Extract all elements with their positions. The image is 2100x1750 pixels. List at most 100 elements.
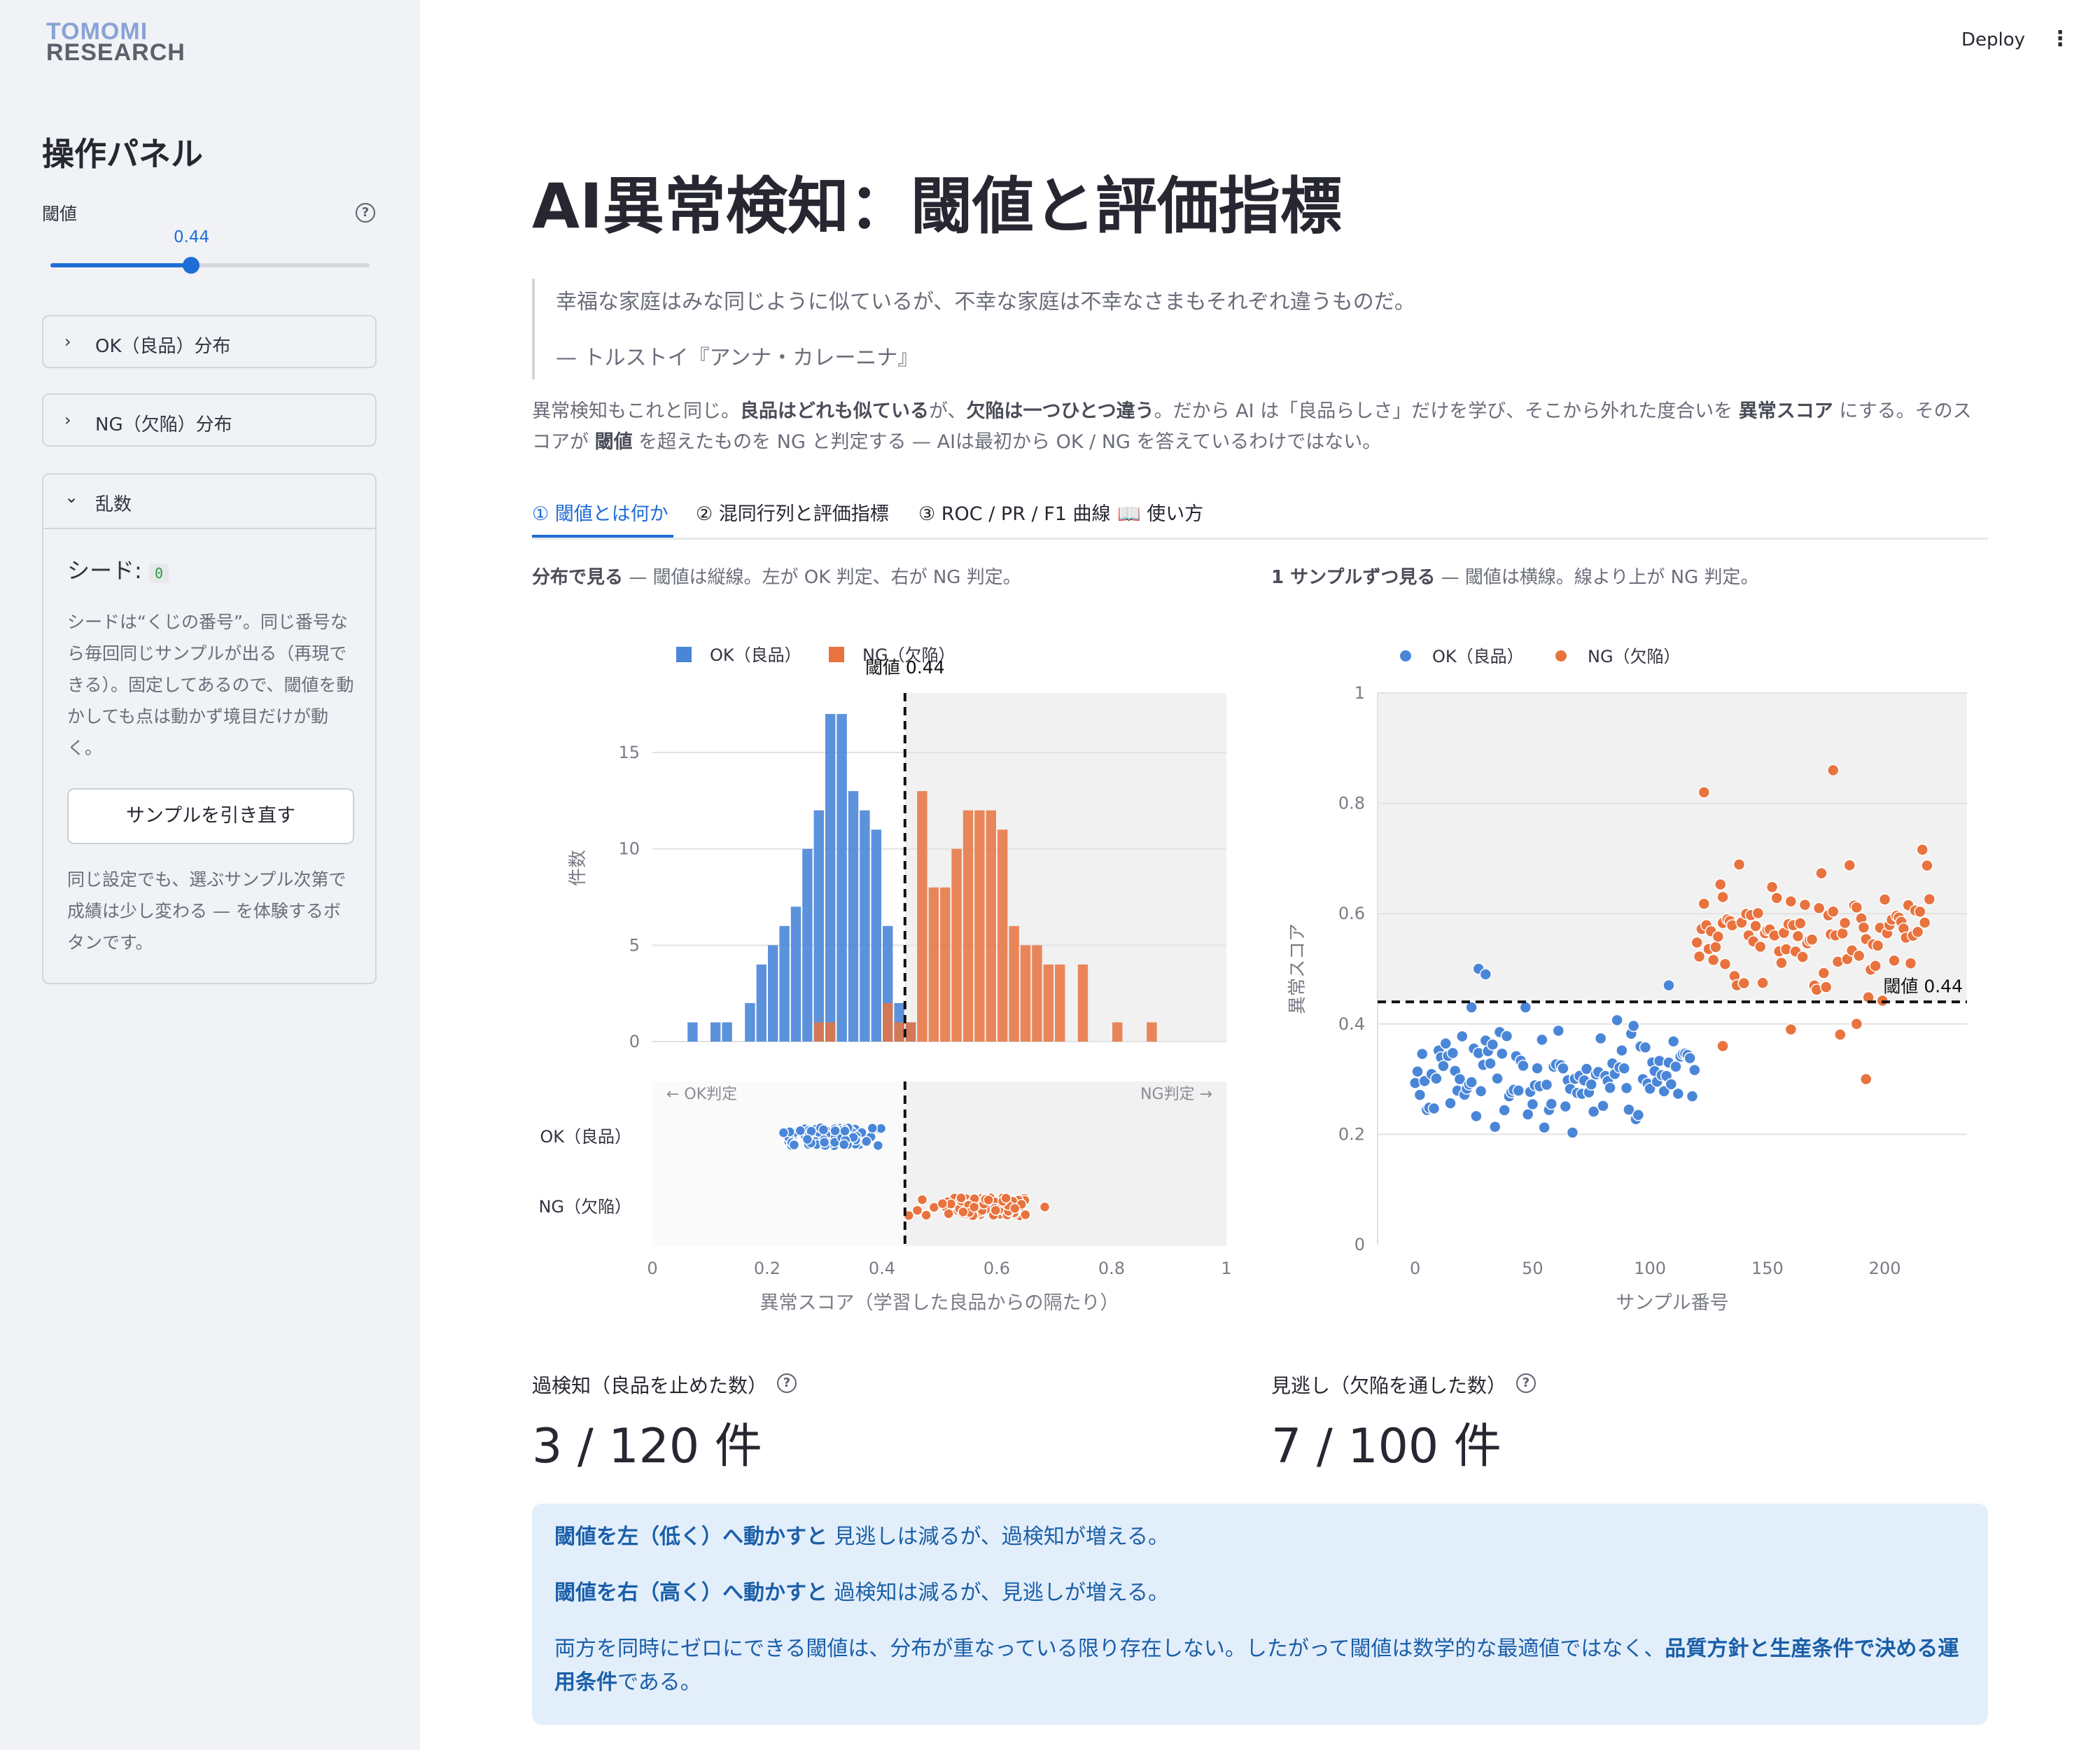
scatter-point-ng — [1796, 951, 1809, 963]
caption-text: — 閾値は縦線。左が OK 判定、右が NG 判定。 — [623, 567, 1021, 588]
deploy-button[interactable]: Deploy — [1961, 29, 2025, 50]
redraw-samples-button[interactable]: サンプルを引き直す — [67, 788, 354, 844]
strip-point — [968, 1201, 980, 1213]
expander-random: ⌄ 乱数 シード: 0 シードは“くじの番号”。同じ番号なら毎回同じサンプルが出… — [42, 473, 377, 984]
scatter-point-ok — [1526, 1098, 1539, 1111]
strip-point — [778, 1127, 790, 1138]
x-tick-label: 0.4 — [869, 1259, 895, 1278]
scatter-point-ng — [1732, 858, 1746, 871]
scatter-point-ok — [1538, 1121, 1550, 1134]
tab-curves[interactable]: ③ ROC / PR / F1 曲線 — [918, 498, 1111, 526]
help-icon[interactable]: ? — [777, 1373, 797, 1393]
scatter-point-ng — [1852, 949, 1865, 962]
scatter-point-ok — [1500, 1030, 1513, 1042]
main-menu-icon[interactable]: ⋮ — [2050, 27, 2071, 51]
scatter-point-ok — [1616, 1044, 1628, 1057]
scatter-point-ng — [1834, 1028, 1847, 1041]
expander-ng-distribution[interactable]: › NG（欠陥）分布 — [42, 393, 377, 447]
x-tick-label: 1 — [1221, 1259, 1231, 1278]
y-tick-label: 10 — [618, 839, 640, 859]
scatter-point-ng — [1916, 844, 1929, 856]
scatter-point-ok — [1479, 968, 1492, 981]
scatter-point-ng — [1817, 967, 1830, 979]
intro-bold: 良品はどれも似ている — [740, 400, 929, 422]
strip-point — [1039, 1201, 1051, 1212]
strip-point — [1009, 1203, 1021, 1214]
scatter-point-ng — [1827, 764, 1840, 777]
scatter-point-ng — [1709, 941, 1722, 953]
histogram-bar — [951, 848, 962, 1042]
scatter-point-ng — [1812, 902, 1826, 915]
scatter-point-ng — [1857, 921, 1870, 934]
help-icon[interactable]: ? — [1516, 1373, 1536, 1393]
intro-bold: 欠陥は一つひとつ違う — [966, 400, 1154, 422]
threshold-slider[interactable] — [50, 257, 370, 274]
scatter-point-ok — [1639, 1041, 1652, 1054]
histogram-chart[interactable]: 051015OK（良品） NG（欠陥）閾値 0.44件数← OK判定 NG判定 →O… — [532, 623, 1246, 1330]
info-line-2: 閾値を右（高く）へ動かすと 過検知は減るが、見逃しが増える。 — [554, 1576, 1975, 1610]
histogram-bar — [997, 830, 1008, 1042]
scatter-chart[interactable]: 0 0.2 0.4 0.6 0.8 1 0 50 100 150 200 サンプル番号 異常スコア OK（… — [1267, 623, 1988, 1330]
scatter-point-ok — [1430, 1072, 1443, 1085]
scatter-point-ng — [1698, 897, 1711, 910]
scatter-point-ok — [1618, 1062, 1630, 1074]
scatter-point-ng — [1836, 927, 1849, 940]
histogram-bar — [1009, 925, 1019, 1042]
seed-value: 0 — [148, 564, 169, 583]
scatter-point-ok — [1552, 1024, 1565, 1037]
scatter-point-ng — [1911, 925, 1924, 939]
threshold-value: 0.44 — [174, 228, 210, 246]
y-tick-label: 0 — [629, 1032, 640, 1051]
tab-threshold[interactable]: ① 閾値とは何か — [532, 498, 668, 526]
help-icon[interactable]: ? — [356, 203, 375, 223]
tab-confusion-matrix[interactable]: ② 混同行列と評価指標 — [696, 498, 889, 526]
strip-point — [802, 1133, 813, 1145]
strip-point — [916, 1194, 928, 1205]
strip-point — [861, 1135, 872, 1147]
histogram-bar — [790, 906, 802, 1042]
x-tick-label: 0.8 — [1098, 1259, 1125, 1278]
x-axis-label: サンプル番号 — [1616, 1292, 1728, 1314]
scatter-point-ok — [1456, 1030, 1469, 1043]
scatter-point-ng — [1838, 916, 1851, 930]
scatter-point-ok — [1545, 1098, 1558, 1110]
histogram-bar — [825, 1022, 836, 1042]
y-axis-label: 異常スコア — [1287, 923, 1308, 1014]
info-text: 過検知は減るが、見逃しが増える。 — [827, 1581, 1170, 1605]
scatter-point-ok — [1627, 1019, 1640, 1032]
histogram-bar — [1043, 964, 1054, 1042]
scatter-point-ok — [1557, 1062, 1569, 1074]
scatter-point-ok — [1415, 1047, 1429, 1060]
scatter-point-ok — [1531, 1062, 1544, 1074]
tab-bar: ① 閾値とは何か ② 混同行列と評価指標 ③ ROC / PR / F1 曲線 … — [532, 496, 1988, 540]
tab-usage[interactable]: 📖 使い方 — [1117, 498, 1203, 526]
histogram-bar — [871, 830, 881, 1042]
strip-point — [983, 1194, 994, 1205]
scatter-point-ng — [1784, 1023, 1798, 1036]
scatter-point-ok — [1662, 979, 1675, 992]
slider-handle[interactable] — [182, 257, 200, 274]
scatter-point-ok — [1486, 1038, 1499, 1051]
scatter-point-ok — [1688, 1063, 1701, 1077]
y-tick-label: 0.6 — [1338, 904, 1365, 923]
sidebar: TOMOMI RESEARCH 操作パネル 閾値 ? 0.44 › OK（良品）… — [0, 0, 420, 1750]
expander-label: OK（良品）分布 — [95, 336, 231, 357]
strip-point — [838, 1139, 850, 1150]
scatter-point-ng — [1707, 953, 1720, 967]
info-bold: 閾値を左（低く）へ動かすと — [554, 1525, 827, 1549]
y-tick-label: 0.8 — [1338, 794, 1365, 813]
strip-point — [830, 1125, 841, 1137]
scatter-point-ng — [1923, 892, 1936, 906]
strip-point — [839, 1126, 850, 1137]
expander-ok-distribution[interactable]: › OK（良品）分布 — [42, 315, 377, 368]
page-title: AI異常検知：閾値と評価指標 — [532, 170, 1342, 242]
scatter-point-ok — [1439, 1037, 1452, 1050]
false-negative-value: 7 / 100 件 — [1271, 1419, 1502, 1474]
scatter-point-ng — [1843, 859, 1856, 872]
scatter-point-ng — [1784, 895, 1798, 908]
intro-bold: 閾値 — [594, 431, 633, 453]
scatter-point-ng — [1693, 950, 1706, 963]
expander-random-header[interactable]: ⌄ 乱数 — [43, 475, 375, 529]
seed-label: シード: — [67, 557, 142, 584]
false-positive-value: 3 / 120 件 — [532, 1419, 762, 1474]
